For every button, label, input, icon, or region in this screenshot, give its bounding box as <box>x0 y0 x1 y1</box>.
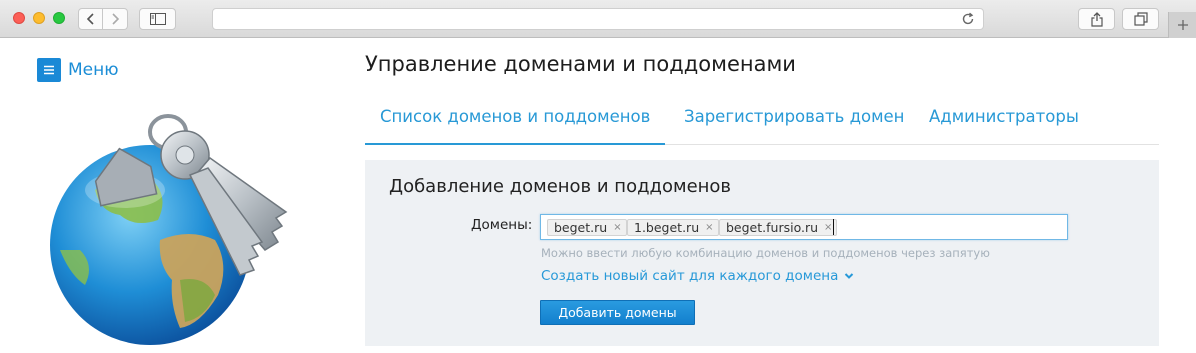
forward-button[interactable] <box>103 8 128 30</box>
domain-tag: beget.fursio.ru × <box>719 219 838 236</box>
back-icon <box>86 13 94 25</box>
forward-icon <box>112 13 120 25</box>
menu-label: Меню <box>68 60 119 80</box>
browser-toolbar <box>0 0 1196 38</box>
domains-hint: Можно ввести любую комбинацию доменов и … <box>541 246 990 260</box>
hamburger-icon <box>37 58 61 82</box>
tabs-icon <box>1133 12 1148 26</box>
domain-tag: beget.ru × <box>547 219 627 236</box>
domain-tag-label: 1.beget.ru <box>634 220 700 235</box>
chevron-down-icon <box>845 273 854 279</box>
domains-tag-input[interactable]: beget.ru × 1.beget.ru × beget.fursio.ru … <box>540 214 1068 240</box>
tab-administrators[interactable]: Администраторы <box>914 103 1094 145</box>
remove-tag-icon[interactable]: × <box>824 222 832 233</box>
globe-keys-illustration <box>50 114 288 345</box>
sidebar-toggle-button[interactable] <box>139 8 176 30</box>
tab-domain-list[interactable]: Список доменов и поддоменов <box>365 103 666 145</box>
page-title: Управление доменами и поддоменами <box>365 52 796 76</box>
panel-title: Добавление доменов и поддоменов <box>389 176 732 197</box>
remove-tag-icon[interactable]: × <box>705 222 713 233</box>
create-site-toggle[interactable]: Создать новый сайт для каждого домена <box>541 268 854 284</box>
plus-icon <box>1177 20 1188 30</box>
minimize-window-button[interactable] <box>33 12 45 24</box>
add-domains-button[interactable]: Добавить домены <box>540 300 695 325</box>
remove-tag-icon[interactable]: × <box>613 222 621 233</box>
zoom-window-button[interactable] <box>53 12 65 24</box>
show-tabs-button[interactable] <box>1122 8 1159 30</box>
domain-tag: 1.beget.ru × <box>627 219 719 236</box>
share-icon <box>1090 11 1103 27</box>
back-button[interactable] <box>78 8 103 30</box>
address-bar[interactable] <box>212 8 984 30</box>
new-tab-button[interactable] <box>1168 12 1196 38</box>
add-domains-panel: Добавление доменов и поддоменов Домены: … <box>365 160 1159 346</box>
tab-register-domain[interactable]: Зарегистрировать домен <box>669 103 919 145</box>
tab-bar: Список доменов и поддоменов Зарегистриро… <box>365 103 1159 145</box>
sidebar-icon <box>149 13 166 25</box>
close-window-button[interactable] <box>13 12 25 24</box>
reload-icon[interactable] <box>961 12 975 26</box>
text-caret <box>833 219 834 235</box>
share-button[interactable] <box>1078 8 1115 30</box>
domain-tag-label: beget.fursio.ru <box>726 220 819 235</box>
create-site-label: Создать новый сайт для каждого домена <box>541 268 839 284</box>
menu-toggle[interactable]: Меню <box>37 58 119 82</box>
domain-tag-label: beget.ru <box>554 220 608 235</box>
domains-field-label: Домены: <box>471 217 533 233</box>
